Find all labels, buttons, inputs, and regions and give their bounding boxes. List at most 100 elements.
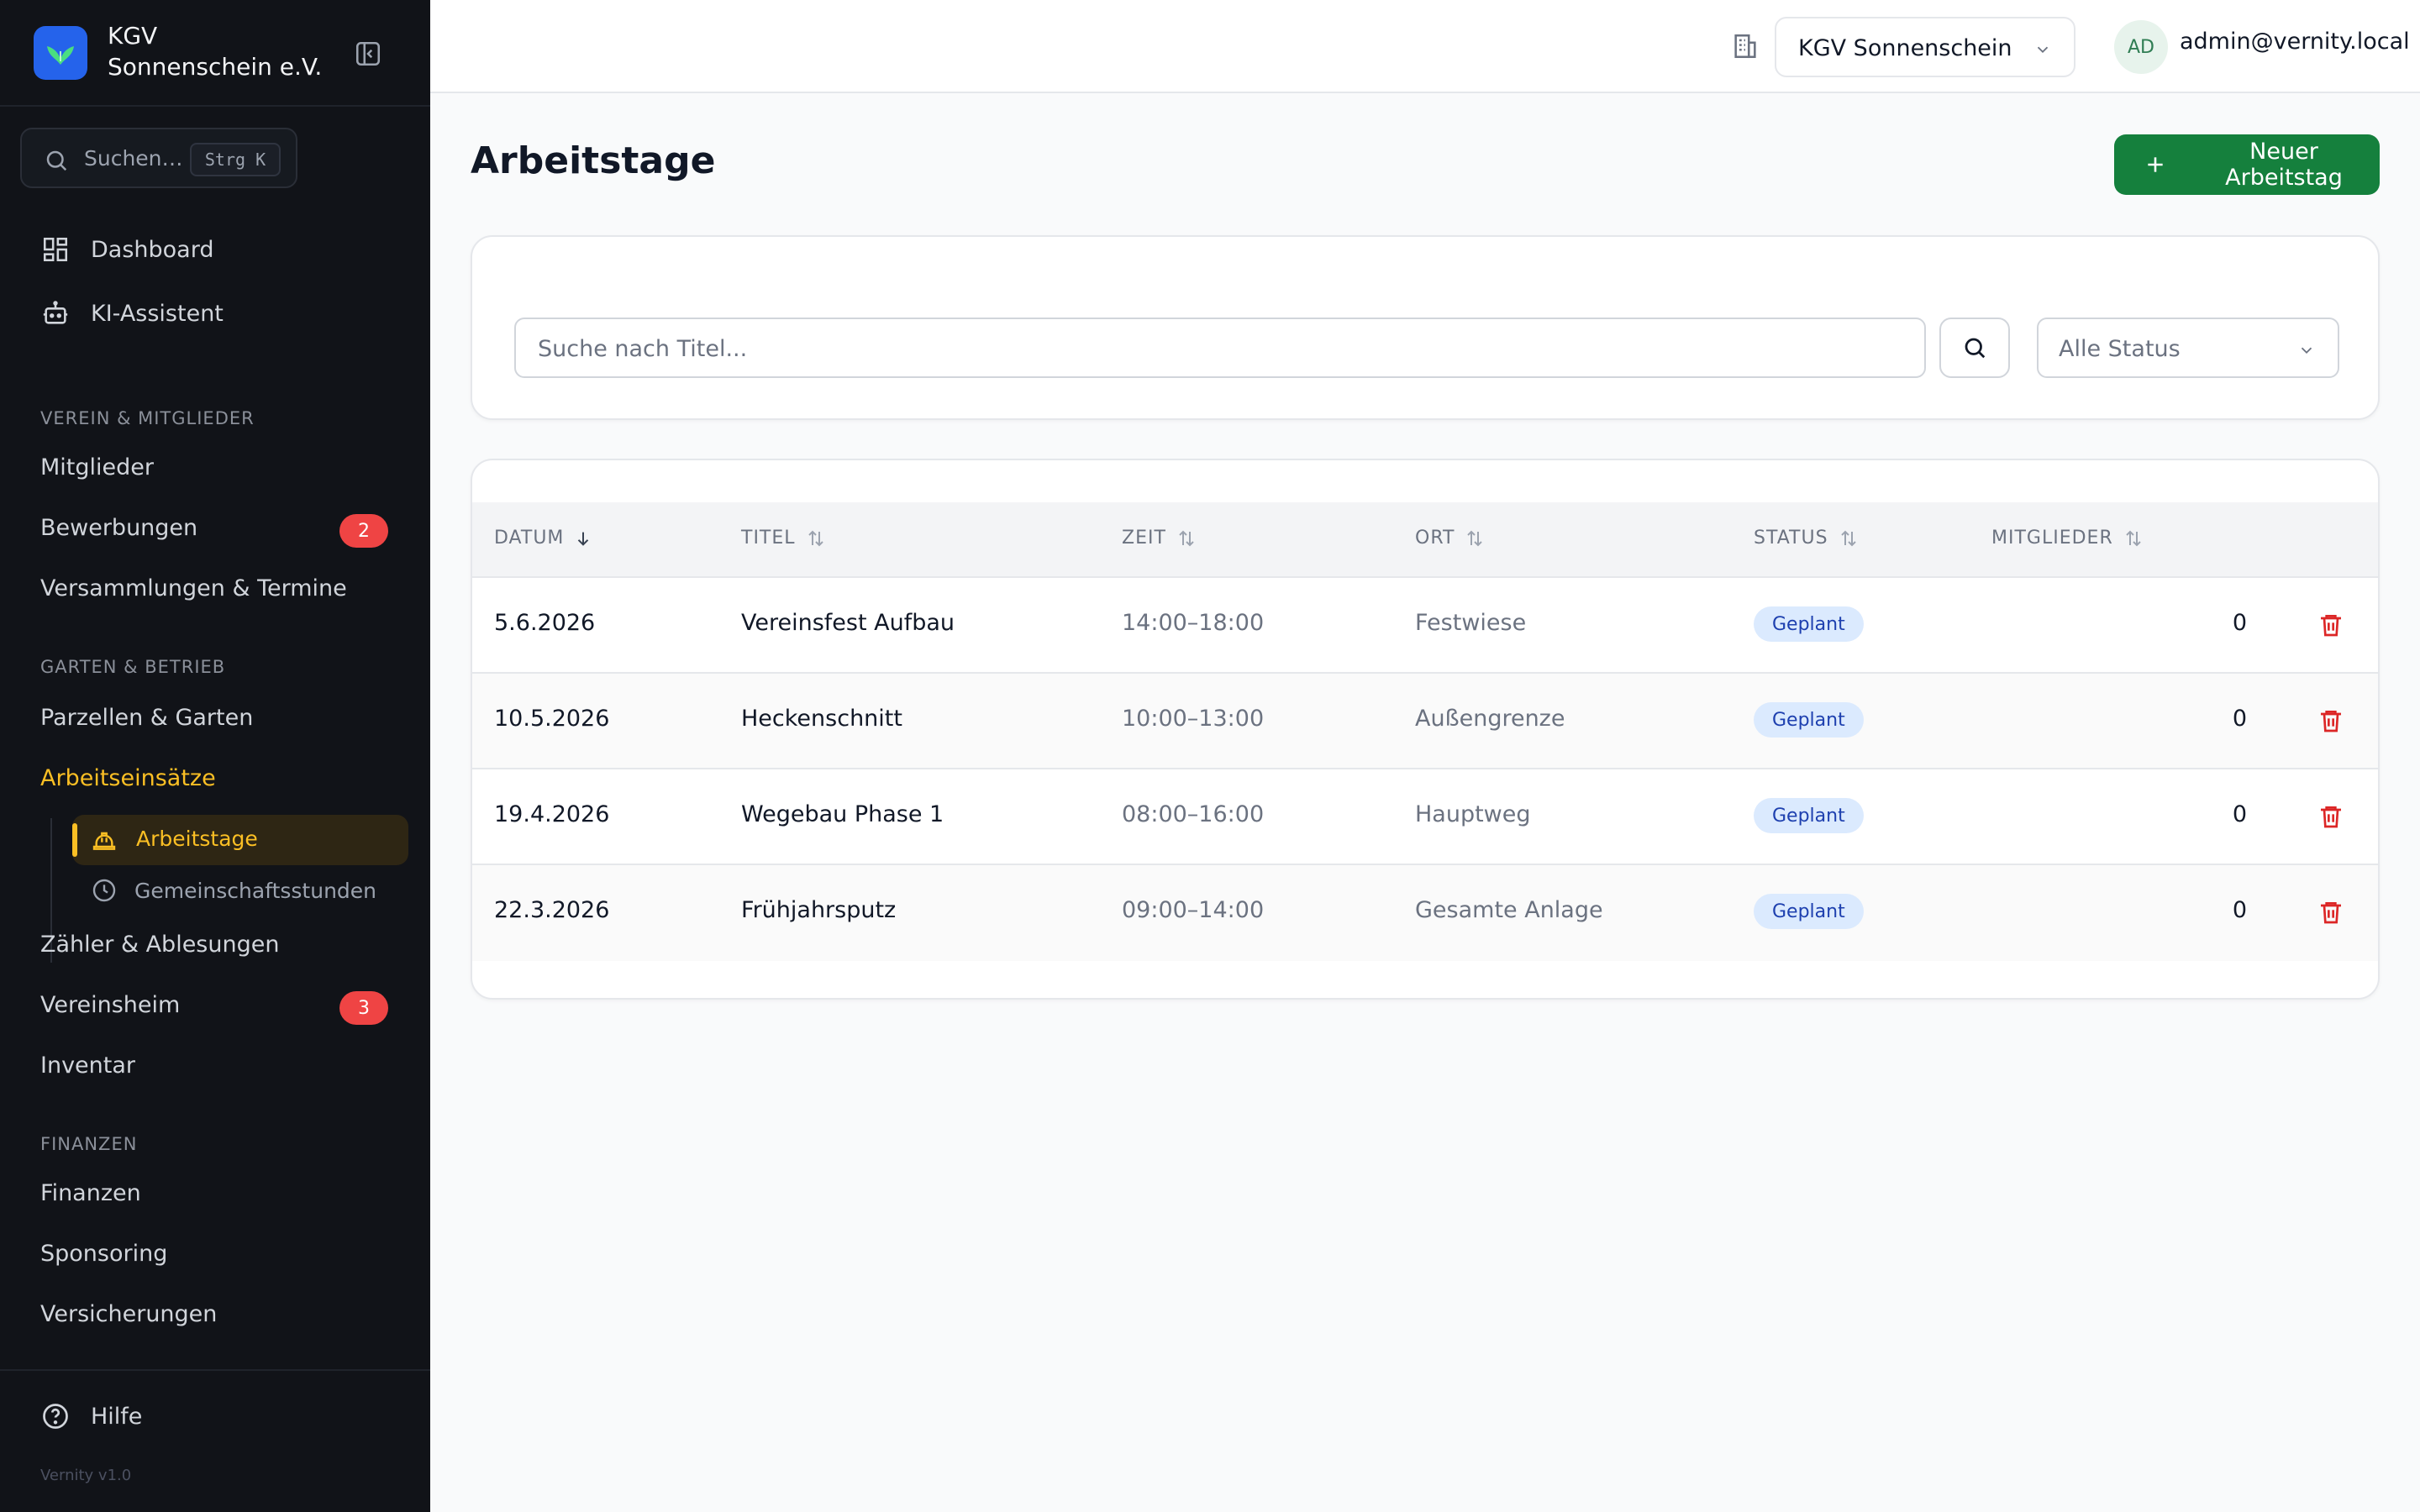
sidebar-subitem-gemeinschaftsstunden[interactable]: Gemeinschaftsstunden	[91, 874, 376, 907]
sidebar-item-inventar[interactable]: Inventar	[40, 1040, 135, 1090]
column-header-label: MITGLIEDER	[1991, 528, 2113, 549]
title-search-placeholder: Suche nach Titel...	[538, 336, 748, 362]
sidebar-item-parzellen[interactable]: Parzellen & Garten	[40, 692, 253, 743]
clock-icon	[91, 877, 118, 904]
table-row[interactable]: 10.5.2026 Heckenschnitt 10:00–13:00 Auße…	[472, 674, 2378, 769]
status-badge: Geplant	[1754, 606, 1864, 642]
chevron-down-icon	[2297, 341, 2316, 363]
delete-button[interactable]	[2314, 704, 2348, 738]
sidebar-item-label: KI-Assistent	[91, 300, 224, 327]
cell-titel: Vereinsfest Aufbau	[741, 610, 955, 636]
bewerbungen-count-badge: 2	[339, 514, 388, 548]
table-row[interactable]: 5.6.2026 Vereinsfest Aufbau 14:00–18:00 …	[472, 578, 2378, 674]
column-header-label: ZEIT	[1122, 528, 1166, 549]
cell-datum: 19.4.2026	[494, 801, 610, 827]
cell-mitglieder: 0	[2232, 801, 2247, 827]
page-title: Arbeitstage	[471, 139, 716, 182]
sort-toggle-icon	[806, 528, 826, 549]
nav-section-verein: VEREIN & MITGLIEDER	[40, 408, 255, 428]
brand-logo-icon[interactable]	[34, 26, 87, 80]
sidebar-item-label: Vereinsheim	[40, 991, 181, 1018]
sidebar-item-zaehler[interactable]: Zähler & Ablesungen	[40, 919, 279, 969]
column-header-datum[interactable]: DATUM	[494, 528, 592, 549]
cell-ort: Hauptweg	[1415, 801, 1531, 827]
cell-titel: Wegebau Phase 1	[741, 801, 944, 827]
brand-name: KGV Sonnenschein e.V.	[108, 22, 323, 81]
cell-titel: Frühjahrsputz	[741, 897, 897, 923]
delete-button[interactable]	[2314, 895, 2348, 929]
top-bar: KGV Sonnenschein e.V. AD admin@vernity.l…	[430, 0, 2420, 93]
sidebar-item-arbeitseinsaetze[interactable]: Arbeitseinsätze	[40, 753, 216, 803]
app-version: Vernity v1.0	[40, 1467, 132, 1484]
chevron-down-icon	[2033, 40, 2052, 62]
sidebar-item-dashboard[interactable]: Dashboard	[40, 224, 213, 275]
table-row[interactable]: 19.4.2026 Wegebau Phase 1 08:00–16:00 Ha…	[472, 769, 2378, 865]
sort-toggle-icon	[2123, 528, 2144, 549]
delete-button[interactable]	[2314, 800, 2348, 833]
cell-zeit: 09:00–14:00	[1122, 897, 1265, 923]
sort-toggle-icon	[1176, 528, 1197, 549]
trash-icon	[2321, 711, 2341, 732]
sidebar-collapse-icon[interactable]	[351, 37, 385, 71]
search-icon	[44, 148, 69, 176]
sidebar-subitem-arbeitstage[interactable]: Arbeitstage	[72, 815, 408, 865]
sidebar-footer: Hilfe Vernity v1.0	[0, 1369, 430, 1512]
sidebar-search[interactable]: Suchen… Strg K	[20, 128, 297, 188]
sidebar-item-ki-assistent[interactable]: KI-Assistent	[40, 288, 224, 339]
organization-select[interactable]: KGV Sonnenschein e.V.	[1775, 17, 2075, 77]
cell-ort: Festwiese	[1415, 610, 1527, 636]
table-header: DATUM TITEL ZEIT ORT STATUS MITGLIEDER	[472, 502, 2378, 578]
user-email[interactable]: admin@vernity.local	[2180, 29, 2410, 55]
cell-mitglieder: 0	[2232, 706, 2247, 732]
sidebar-item-versicherungen[interactable]: Versicherungen	[40, 1289, 217, 1339]
dashboard-icon	[40, 234, 71, 265]
search-icon	[1965, 338, 1986, 359]
status-filter-select[interactable]: Alle Status	[2037, 318, 2339, 378]
help-label: Hilfe	[91, 1403, 143, 1430]
sidebar-item-mitglieder[interactable]: Mitglieder	[40, 442, 154, 492]
sidebar: KGV Sonnenschein e.V. Suchen… Strg K Das…	[0, 0, 430, 1512]
help-link[interactable]: Hilfe	[40, 1401, 142, 1431]
help-circle-icon	[40, 1401, 71, 1431]
cell-datum: 10.5.2026	[494, 706, 610, 732]
sidebar-item-label: Parzellen & Garten	[40, 704, 254, 731]
column-header-label: TITEL	[741, 528, 796, 549]
column-header-status[interactable]: STATUS	[1754, 528, 1859, 549]
cell-ort: Außengrenze	[1415, 706, 1565, 732]
sidebar-subitem-label: Arbeitstage	[136, 827, 258, 851]
hard-hat-icon	[91, 827, 118, 857]
status-filter-value: Alle Status	[2059, 336, 2181, 362]
sidebar-item-label: Inventar	[40, 1052, 136, 1079]
new-arbeitstag-button[interactable]: Neuer Arbeitstag	[2114, 134, 2380, 195]
robot-icon	[40, 298, 71, 328]
column-header-ort[interactable]: ORT	[1415, 528, 1485, 549]
sidebar-item-label: Versammlungen & Termine	[40, 575, 347, 601]
table-row[interactable]: 22.3.2026 Frühjahrsputz 09:00–14:00 Gesa…	[472, 865, 2378, 961]
active-indicator	[72, 823, 77, 857]
plus-icon	[2144, 154, 2166, 176]
sidebar-item-finanzen[interactable]: Finanzen	[40, 1168, 141, 1218]
avatar[interactable]: AD	[2114, 20, 2168, 74]
column-header-mitglieder[interactable]: MITGLIEDER	[1991, 528, 2144, 549]
sidebar-item-label: Finanzen	[40, 1179, 141, 1206]
sort-toggle-icon	[1839, 528, 1859, 549]
building-icon	[1731, 32, 1760, 64]
sort-desc-icon	[574, 529, 592, 548]
sidebar-item-label: Mitglieder	[40, 454, 154, 480]
sidebar-item-label: Bewerbungen	[40, 514, 198, 541]
sidebar-item-sponsoring[interactable]: Sponsoring	[40, 1228, 167, 1278]
sidebar-item-versammlungen[interactable]: Versammlungen & Termine	[40, 563, 347, 613]
cell-mitglieder: 0	[2232, 897, 2247, 923]
column-header-zeit[interactable]: ZEIT	[1122, 528, 1197, 549]
sidebar-item-vereinsheim[interactable]: Vereinsheim	[40, 979, 180, 1030]
delete-button[interactable]	[2314, 608, 2348, 642]
sidebar-item-label: Versicherungen	[40, 1300, 218, 1327]
column-header-titel[interactable]: TITEL	[741, 528, 826, 549]
status-badge: Geplant	[1754, 702, 1864, 738]
status-badge: Geplant	[1754, 894, 1864, 929]
column-header-label: STATUS	[1754, 528, 1828, 549]
search-button[interactable]	[1939, 318, 2010, 378]
sidebar-item-bewerbungen[interactable]: Bewerbungen	[40, 502, 197, 553]
title-search-input[interactable]: Suche nach Titel...	[514, 318, 1926, 378]
column-header-label: DATUM	[494, 528, 565, 549]
